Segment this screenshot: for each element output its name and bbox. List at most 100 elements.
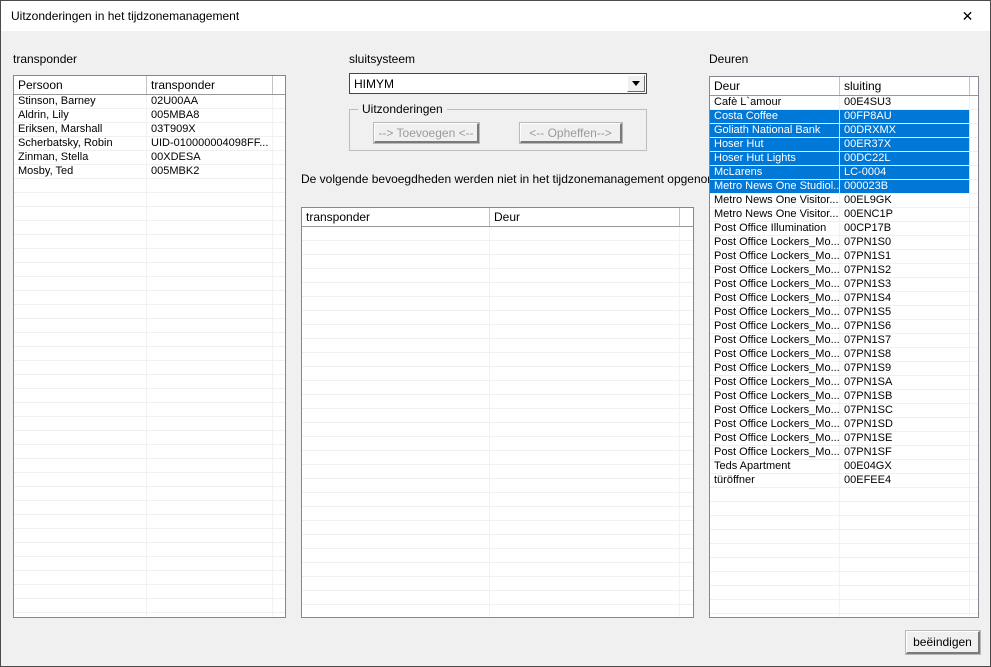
deur-row[interactable]: Cafè L`amour00E4SU3 <box>710 96 978 110</box>
deur-row[interactable]: Goliath National Bank00DRXMX <box>710 124 978 138</box>
column-header[interactable]: Persoon <box>14 76 147 94</box>
transponder-row[interactable]: Aldrin, Lily005MBA8 <box>14 109 285 123</box>
cell-filler <box>970 250 978 263</box>
close-icon[interactable]: ✕ <box>945 1 990 31</box>
cell: Post Office Lockers_Mo... <box>710 250 840 263</box>
deur-row[interactable]: Post Office Lockers_Mo...07PN1S6 <box>710 320 978 334</box>
deur-row[interactable]: Costa Coffee00FP8AU <box>710 110 978 124</box>
cell-filler <box>970 278 978 291</box>
cell-filler <box>273 515 285 528</box>
cell-filler <box>970 488 978 501</box>
cell: Aldrin, Lily <box>14 109 147 122</box>
deur-row[interactable]: Post Office Lockers_Mo...07PN1SF <box>710 446 978 460</box>
cell <box>147 277 273 290</box>
cell: 07PN1SF <box>840 446 970 459</box>
beeindigen-button[interactable]: beëindigen <box>906 631 980 654</box>
window-title: Uitzonderingen in het tijdzonemanagement <box>1 9 239 23</box>
deur-row[interactable]: Post Office Lockers_Mo...07PN1S4 <box>710 292 978 306</box>
empty-row <box>14 333 285 347</box>
deur-row[interactable]: Post Office Lockers_Mo...07PN1SE <box>710 432 978 446</box>
sluitsysteem-dropdown[interactable]: HIMYM <box>349 73 647 94</box>
deur-row[interactable]: Teds Apartment00E04GX <box>710 460 978 474</box>
deur-row[interactable]: Post Office Lockers_Mo...07PN1S3 <box>710 278 978 292</box>
column-header[interactable]: sluiting <box>840 77 970 95</box>
cell <box>14 431 147 444</box>
deur-row[interactable]: Post Office Lockers_Mo...07PN1SB <box>710 390 978 404</box>
cell <box>14 305 147 318</box>
column-header[interactable]: transponder <box>147 76 273 94</box>
transponder-row[interactable]: Eriksen, Marshall03T909X <box>14 123 285 137</box>
cell <box>302 437 490 450</box>
deur-row[interactable]: Post Office Lockers_Mo...07PN1SD <box>710 418 978 432</box>
cell <box>14 571 147 584</box>
dropdown-button[interactable] <box>627 75 645 92</box>
empty-row <box>14 235 285 249</box>
cell <box>14 375 147 388</box>
empty-row <box>710 502 978 516</box>
column-header[interactable]: transponder <box>302 208 490 226</box>
cell <box>14 347 147 360</box>
empty-row <box>710 488 978 502</box>
empty-row <box>302 241 693 255</box>
deur-row[interactable]: türöffner00EFEE4 <box>710 474 978 488</box>
cell <box>490 563 680 576</box>
exceptions-list[interactable]: transponderDeur <box>301 207 694 618</box>
deur-row[interactable]: Post Office Lockers_Mo...07PN1S1 <box>710 250 978 264</box>
empty-row <box>14 445 285 459</box>
cell-filler <box>273 459 285 472</box>
cell <box>147 235 273 248</box>
cell-filler <box>970 418 978 431</box>
cell <box>14 221 147 234</box>
cell <box>302 409 490 422</box>
toevoegen-button[interactable]: --> Toevoegen <-- <box>374 123 479 143</box>
deur-row[interactable]: Post Office Lockers_Mo...07PN1S2 <box>710 264 978 278</box>
cell <box>147 207 273 220</box>
empty-row <box>302 563 693 577</box>
transponder-row[interactable]: Zinman, Stella00XDESA <box>14 151 285 165</box>
cell-filler <box>273 571 285 584</box>
cell <box>14 389 147 402</box>
transponder-row[interactable]: Mosby, Ted005MBK2 <box>14 165 285 179</box>
cell <box>14 263 147 276</box>
cell: Post Office Lockers_Mo... <box>710 390 840 403</box>
deur-row[interactable]: Metro News One Visitor...00EL9GK <box>710 194 978 208</box>
deur-row[interactable]: Hoser Hut00ER37X <box>710 138 978 152</box>
deur-row[interactable]: Post Office Lockers_Mo...07PN1SA <box>710 376 978 390</box>
deur-row[interactable]: Post Office Lockers_Mo...07PN1S7 <box>710 334 978 348</box>
empty-row <box>14 263 285 277</box>
column-header[interactable]: Deur <box>490 208 680 226</box>
empty-row <box>302 577 693 591</box>
column-header[interactable]: Deur <box>710 77 840 95</box>
cell: Post Office Lockers_Mo... <box>710 404 840 417</box>
cell-filler <box>273 319 285 332</box>
empty-row <box>302 255 693 269</box>
deur-row[interactable]: Post Office Illumination00CP17B <box>710 222 978 236</box>
cell <box>14 543 147 556</box>
deur-row[interactable]: Metro News One Visitor...00ENC1P <box>710 208 978 222</box>
cell-filler <box>273 361 285 374</box>
transponder-row[interactable]: Scherbatsky, RobinUID-010000004098FF... <box>14 137 285 151</box>
empty-row <box>302 465 693 479</box>
empty-row <box>14 529 285 543</box>
deuren-list[interactable]: DeursluitingCafè L`amour00E4SU3Costa Cof… <box>709 76 979 618</box>
deur-row[interactable]: Post Office Lockers_Mo...07PN1S0 <box>710 236 978 250</box>
cell <box>490 339 680 352</box>
deur-row[interactable]: Post Office Lockers_Mo...07PN1S5 <box>710 306 978 320</box>
cell-filler <box>680 367 693 380</box>
deur-row[interactable]: Metro News One Studiol...000023B <box>710 180 978 194</box>
cell: 00ENC1P <box>840 208 970 221</box>
cell <box>490 325 680 338</box>
deur-row[interactable]: Post Office Lockers_Mo...07PN1SC <box>710 404 978 418</box>
transponder-list[interactable]: PersoontransponderStinson, Barney02U00AA… <box>13 75 286 618</box>
deur-row[interactable]: McLarensLC-0004 <box>710 166 978 180</box>
cell <box>302 451 490 464</box>
cell <box>490 465 680 478</box>
opheffen-button[interactable]: <-- Opheffen--> <box>520 123 622 143</box>
deur-row[interactable]: Post Office Lockers_Mo...07PN1S8 <box>710 348 978 362</box>
deur-row[interactable]: Post Office Lockers_Mo...07PN1S9 <box>710 362 978 376</box>
cell <box>490 577 680 590</box>
empty-row <box>14 417 285 431</box>
deur-row[interactable]: Hoser Hut Lights00DC22L <box>710 152 978 166</box>
transponder-row[interactable]: Stinson, Barney02U00AA <box>14 95 285 109</box>
cell: Cafè L`amour <box>710 96 840 109</box>
